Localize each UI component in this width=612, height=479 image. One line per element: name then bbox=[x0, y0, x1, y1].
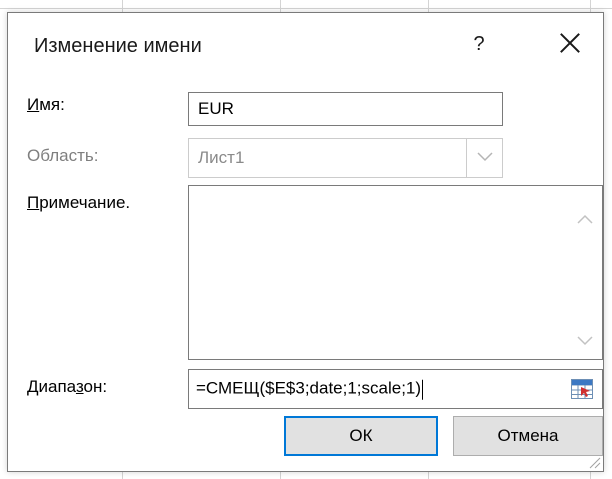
range-label-mnemonic: з bbox=[75, 377, 84, 396]
name-input[interactable]: EUR bbox=[188, 92, 503, 126]
range-input-text: =СМЕЩ($E$3;date;1;scale;1) bbox=[196, 378, 424, 400]
range-label: Диапазон: bbox=[27, 377, 107, 397]
dialog-title: Изменение имени bbox=[34, 35, 202, 57]
name-label-text: мя: bbox=[39, 95, 65, 114]
help-button[interactable]: ? bbox=[465, 29, 493, 59]
range-label-post: он: bbox=[83, 377, 108, 396]
comment-textarea[interactable] bbox=[188, 185, 603, 360]
rename-dialog: Изменение имени ? Имя: EUR Область: Лист… bbox=[7, 12, 604, 472]
scope-label: Область: bbox=[27, 146, 99, 165]
scope-select[interactable]: Лист1 bbox=[188, 138, 503, 178]
ok-button[interactable]: ОК bbox=[284, 416, 438, 456]
comment-scrollbar[interactable] bbox=[568, 186, 602, 359]
range-input[interactable]: =СМЕЩ($E$3;date;1;scale;1) bbox=[188, 369, 603, 409]
grid-line bbox=[0, 8, 612, 9]
comment-label-text: римечание. bbox=[39, 193, 131, 212]
range-select-button[interactable] bbox=[561, 370, 602, 408]
scope-select-value: Лист1 bbox=[198, 148, 245, 167]
comment-label: Примечание. bbox=[27, 193, 130, 213]
range-input-value: =СМЕЩ($E$3;date;1;scale;1) bbox=[196, 378, 422, 398]
comment-label-mnemonic: П bbox=[27, 193, 40, 212]
name-label: Имя: bbox=[27, 95, 65, 115]
range-label-pre: Диапа bbox=[27, 377, 76, 396]
chevron-down-icon[interactable] bbox=[466, 139, 502, 177]
name-label-mnemonic: И bbox=[27, 95, 40, 114]
cancel-button[interactable]: Отмена bbox=[453, 416, 603, 456]
name-input-value: EUR bbox=[198, 99, 234, 118]
close-icon[interactable] bbox=[554, 27, 586, 59]
resize-grip-icon[interactable] bbox=[587, 455, 601, 469]
text-caret bbox=[422, 379, 424, 400]
collapse-dialog-icon bbox=[571, 379, 593, 399]
